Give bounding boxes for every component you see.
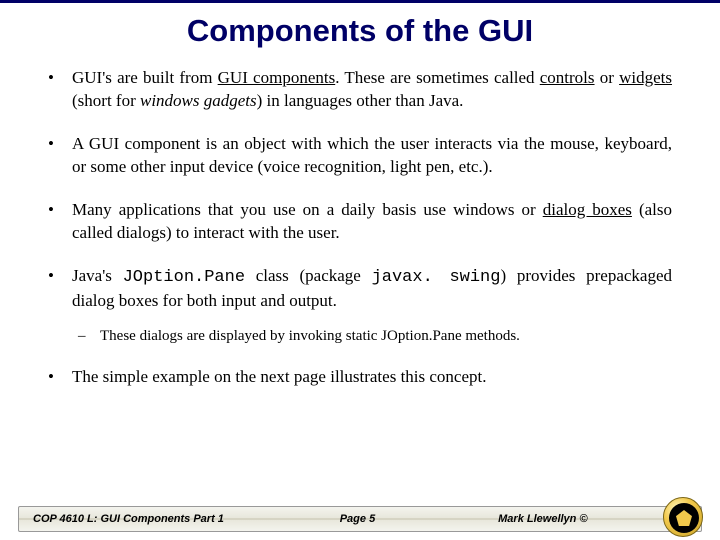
bullet-1: GUI's are built from GUI components. The… [48, 67, 672, 113]
text: A GUI component is an object with which … [72, 134, 672, 176]
footer-bar: COP 4610 L: GUI Components Part 1 Page 5… [18, 506, 702, 532]
underline-dialog-boxes: dialog boxes [543, 200, 632, 219]
slide-title: Components of the GUI [0, 13, 720, 49]
top-border [0, 0, 720, 3]
footer: COP 4610 L: GUI Components Part 1 Page 5… [0, 506, 720, 532]
underline-controls: controls [540, 68, 595, 87]
sub-bullet-1: These dialogs are displayed by invoking … [78, 327, 672, 347]
code-joptionpane: JOption.Pane [123, 268, 245, 287]
text: (short for [72, 91, 140, 110]
bullet-3: Many applications that you use on a dail… [48, 199, 672, 245]
content-area: GUI's are built from GUI components. The… [0, 67, 720, 389]
text: Java's [72, 266, 123, 285]
text: The simple example on the next page illu… [72, 367, 487, 386]
ucf-logo-icon [663, 497, 703, 537]
underline-widgets: widgets [619, 68, 672, 87]
sub-list: These dialogs are displayed by invoking … [72, 327, 672, 347]
text: . These are sometimes called [335, 68, 540, 87]
code-javax-swing: javax. swing [372, 268, 501, 287]
bullet-2: A GUI component is an object with which … [48, 133, 672, 179]
bullet-list: GUI's are built from GUI components. The… [48, 67, 672, 389]
text: or [595, 68, 620, 87]
text: class (package [245, 266, 372, 285]
text: GUI's are built from [72, 68, 218, 87]
text: ) in languages other than Java. [257, 91, 464, 110]
text: Many applications that you use on a dail… [72, 200, 543, 219]
footer-page: Page 5 [280, 513, 435, 525]
footer-course: COP 4610 L: GUI Components Part 1 [33, 513, 280, 525]
bullet-4: Java's JOption.Pane class (package javax… [48, 265, 672, 346]
footer-author: Mark Llewellyn © [435, 513, 687, 525]
bullet-5: The simple example on the next page illu… [48, 366, 672, 389]
text: These dialogs are displayed by invoking … [100, 328, 520, 344]
underline-gui-components: GUI components [218, 68, 336, 87]
italic-windows-gadgets: windows gadgets [140, 91, 257, 110]
